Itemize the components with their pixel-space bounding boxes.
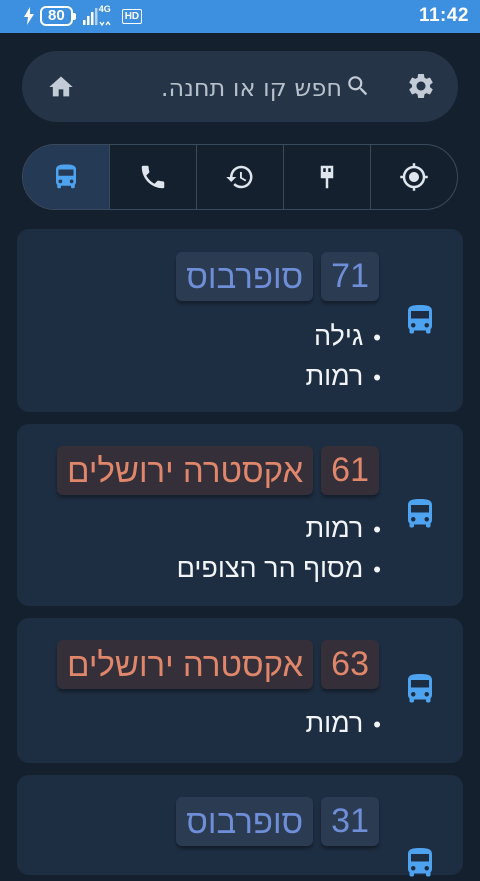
line-number: 71: [321, 252, 379, 301]
status-icons: 80 4G HD: [24, 4, 143, 26]
line-badges: 61 אקסטרה ירושלים: [57, 446, 379, 495]
tab-bar: [22, 144, 458, 210]
line-number: 61: [321, 446, 379, 495]
destination-list: גילה רמות: [305, 317, 381, 397]
bus-icon: [408, 674, 432, 703]
line-badges: 31 סופרבוס: [176, 797, 379, 846]
battery-level: 80: [40, 6, 73, 26]
destination-item: גילה: [305, 317, 381, 357]
bus-icon: [56, 164, 76, 189]
destination-list: רמות: [305, 704, 381, 744]
search-bar: [22, 51, 458, 122]
clock: 11:42: [418, 5, 469, 26]
search-button[interactable]: [345, 73, 371, 99]
line-number: 63: [321, 640, 379, 689]
search-icon: [348, 76, 368, 96]
bus-icon: [408, 499, 432, 528]
network-type: 4G: [98, 4, 111, 14]
bus-icon: [408, 848, 432, 877]
tab-phone[interactable]: [109, 145, 196, 209]
destination-item: רמות: [305, 704, 381, 744]
operator-name: סופרבוס: [176, 797, 314, 846]
tab-stop[interactable]: [283, 145, 370, 209]
charging-icon: [24, 7, 34, 25]
tab-history[interactable]: [196, 145, 283, 209]
tab-location[interactable]: [370, 145, 457, 209]
operator-name: אקסטרה ירושלים: [57, 640, 314, 689]
home-icon: [49, 76, 73, 97]
destination-item: רמות: [177, 509, 381, 549]
gear-icon: [409, 73, 433, 98]
line-badges: 63 אקסטרה ירושלים: [57, 640, 379, 689]
hd-icon: HD: [121, 8, 143, 24]
tab-bus[interactable]: [23, 145, 109, 209]
status-bar: 80 4G HD 11:42: [0, 0, 480, 33]
destination-item: רמות: [305, 357, 381, 397]
operator-name: אקסטרה ירושלים: [57, 446, 314, 495]
line-card[interactable]: 31 סופרבוס: [17, 775, 463, 877]
battery-icon: 80: [40, 6, 76, 26]
gps-icon: [400, 163, 428, 191]
destination-item: מסוף הר הצופים: [177, 549, 381, 589]
home-button[interactable]: [46, 73, 76, 101]
bus-stop-icon: [320, 165, 334, 189]
line-card[interactable]: 63 אקסטרה ירושלים רמות: [17, 618, 463, 763]
phone-icon: [141, 165, 165, 189]
line-number: 31: [321, 797, 379, 846]
operator-name: סופרבוס: [176, 252, 314, 301]
signal-icon: 4G: [82, 4, 116, 26]
bus-icon: [408, 305, 432, 334]
line-card[interactable]: 61 אקסטרה ירושלים רמות מסוף הר הצופים: [17, 424, 463, 606]
line-card[interactable]: 71 סופרבוס גילה רמות: [17, 229, 463, 412]
history-icon: [226, 165, 253, 189]
settings-button[interactable]: [406, 71, 436, 101]
search-input[interactable]: [108, 65, 344, 111]
destination-list: רמות מסוף הר הצופים: [177, 509, 381, 589]
line-badges: 71 סופרבוס: [176, 252, 379, 301]
